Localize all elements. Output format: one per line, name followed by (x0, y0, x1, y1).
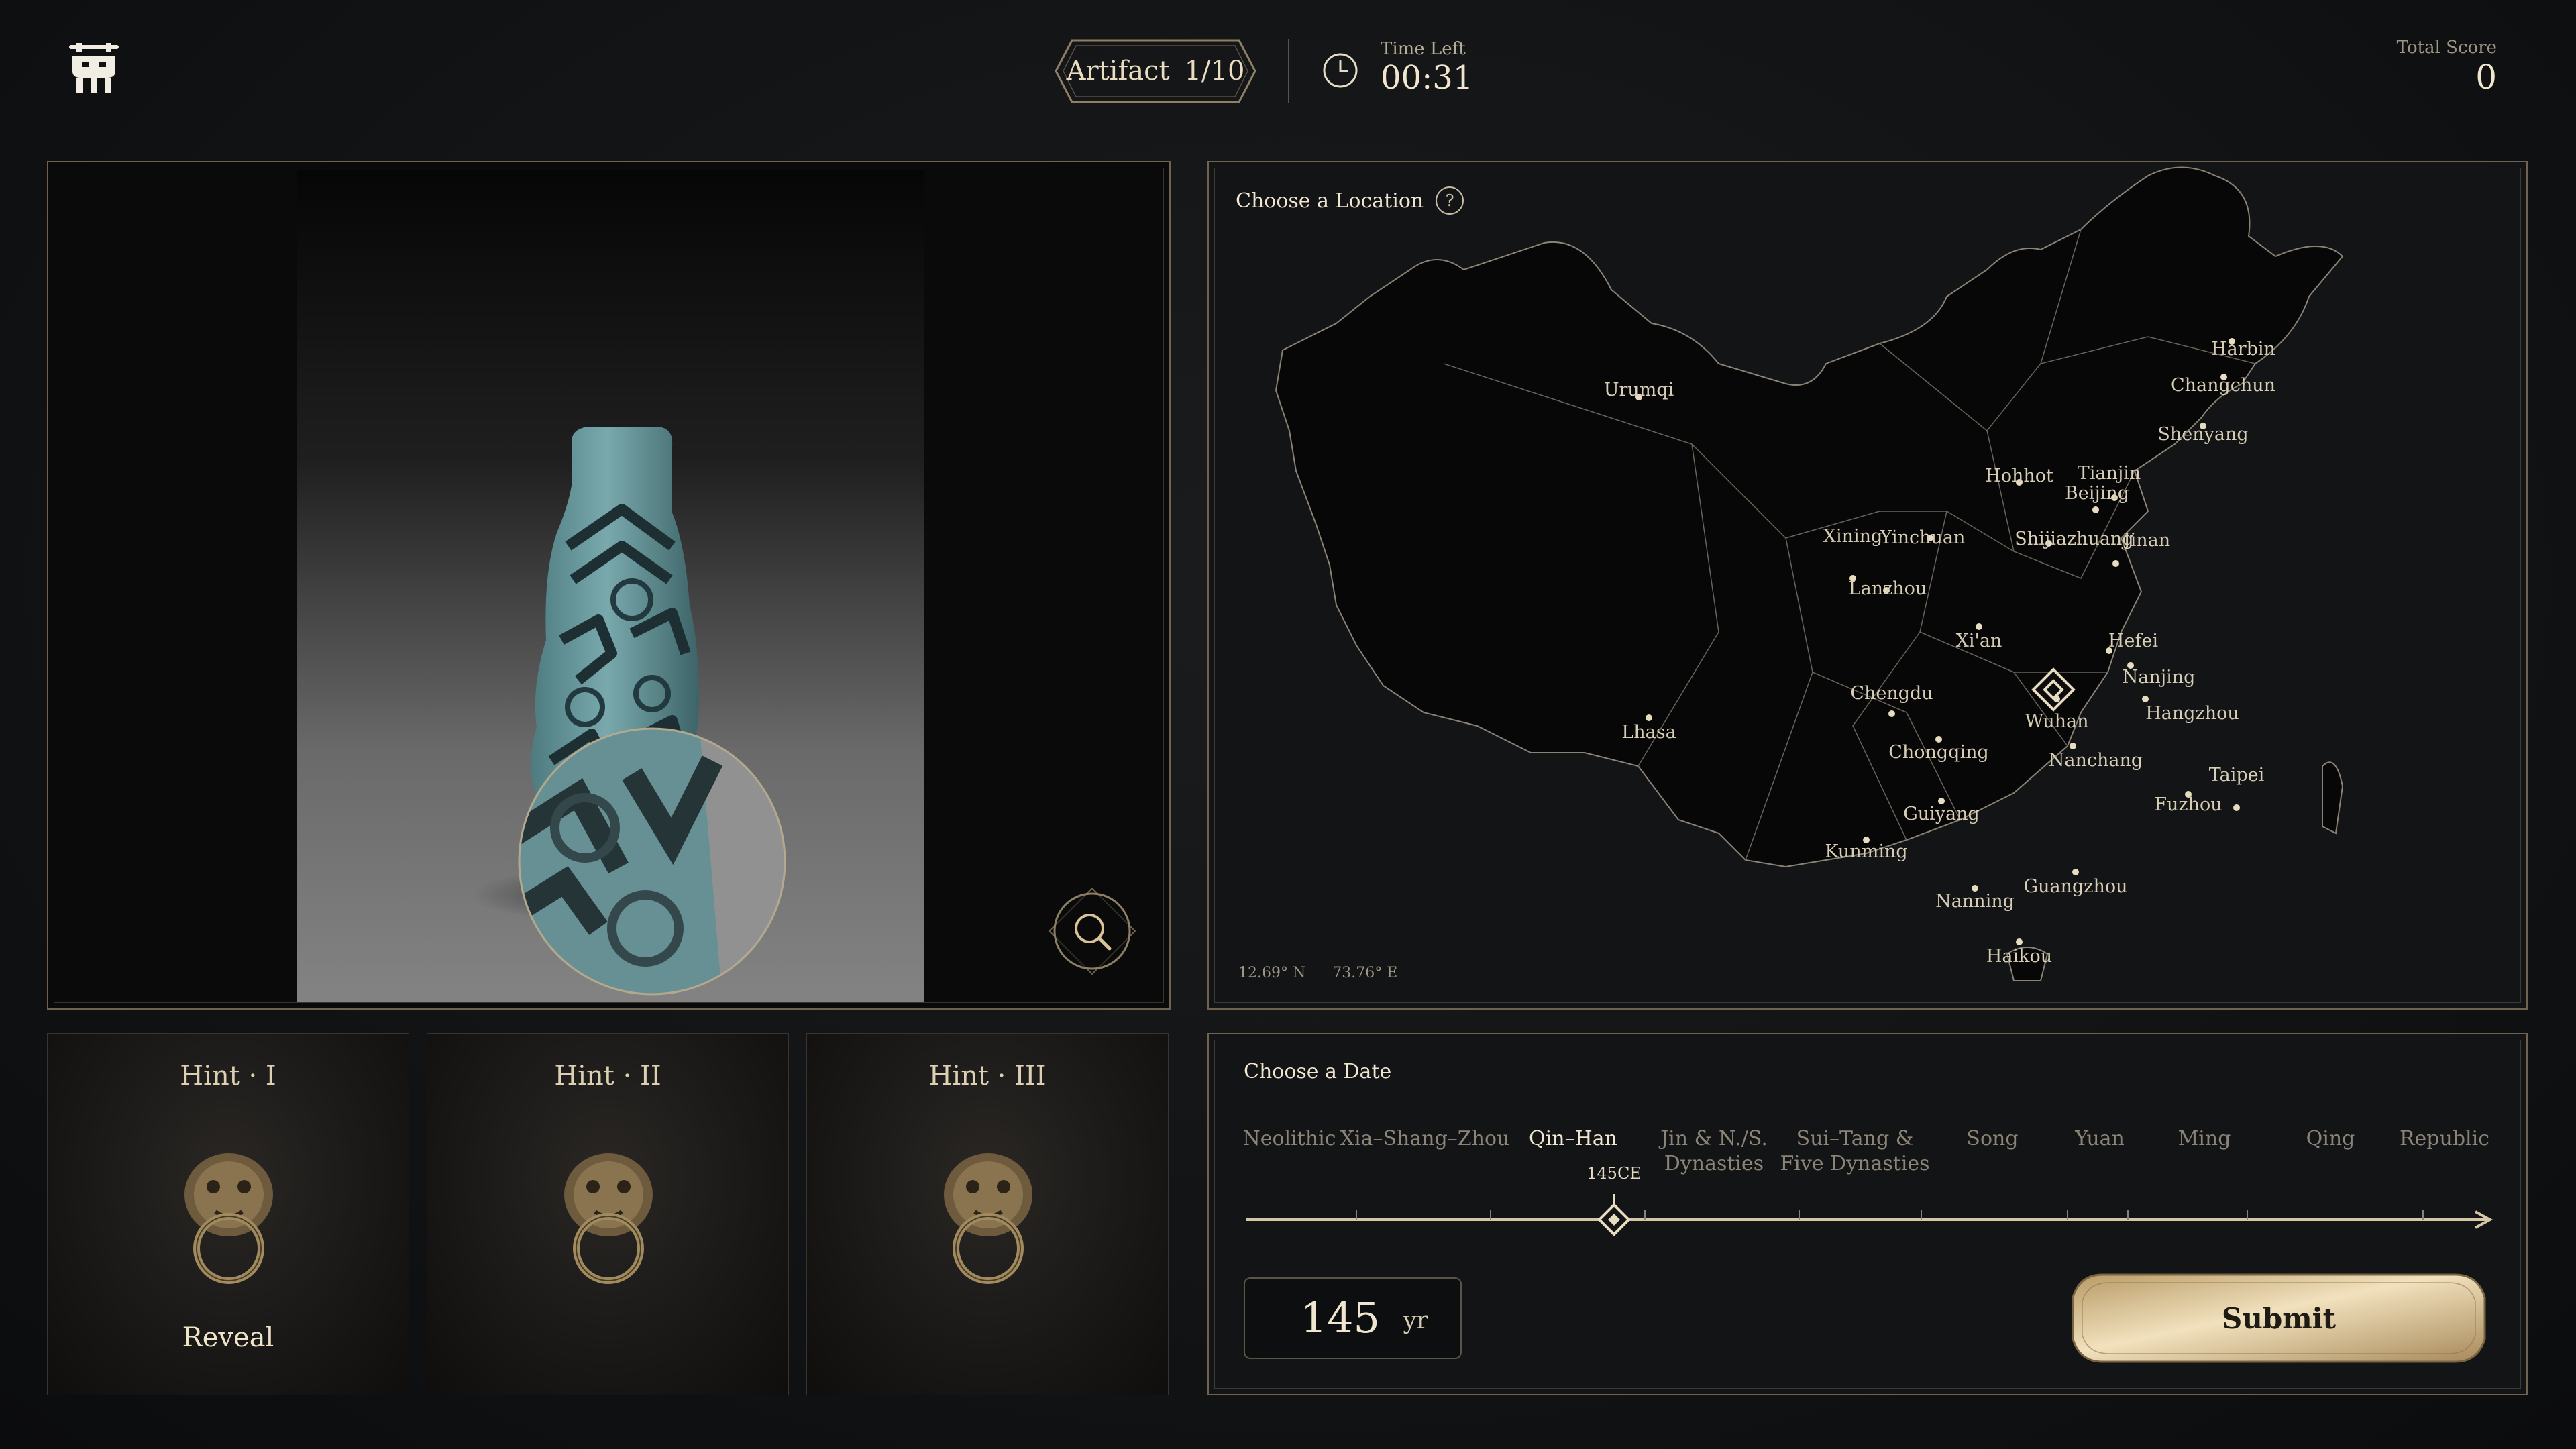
city-label: Wuhan (2025, 711, 2089, 732)
city-label: Shenyang (2157, 424, 2248, 445)
city-marker[interactable] (2053, 696, 2060, 702)
city-label: Chengdu (1850, 683, 1933, 704)
bronze-ding-icon (67, 42, 121, 95)
year-unit: yr (1403, 1307, 1428, 1334)
city-marker[interactable] (2070, 743, 2076, 749)
city-label: Xi'an (1956, 631, 2002, 651)
coordinates-readout: 12.69° N 73.76° E (1238, 965, 1397, 981)
header-divider (1288, 39, 1289, 103)
city-label: Lhasa (1621, 722, 1676, 743)
zoom-button[interactable] (1048, 887, 1136, 975)
hint-title: Hint · I (180, 1061, 276, 1091)
city-label: Hangzhou (2145, 703, 2239, 724)
slider-handle (1597, 1203, 1631, 1236)
city-label: Nanchang (2049, 750, 2143, 771)
city-label: Beijing (2065, 483, 2129, 504)
year-value[interactable]: 145 (1301, 1293, 1380, 1342)
city-label: Nanjing (2123, 667, 2196, 688)
artifact-label: Artifact (1066, 56, 1170, 87)
city-marker[interactable] (2072, 869, 2079, 875)
hint-card-1[interactable]: Hint · I Reveal (47, 1033, 409, 1395)
city-label: Jinan (2121, 530, 2170, 551)
city-marker[interactable] (2142, 696, 2149, 702)
city-label: Hohhot (1985, 466, 2053, 486)
city-label: Guangzhou (2024, 876, 2128, 897)
door-knocker-icon (184, 1153, 273, 1284)
latitude-readout: 12.69° N (1238, 965, 1306, 981)
city-label: Urumqi (1604, 380, 1674, 400)
city-marker[interactable] (1976, 623, 1982, 630)
location-map-panel[interactable]: Harbin Changchun Shenyang Urumqi Hohhot Tianj… (1208, 161, 2528, 1010)
total-score-value: 0 (2475, 58, 2497, 97)
hint-card-2[interactable]: Hint · II (427, 1033, 789, 1395)
reveal-hint-button[interactable]: Reveal (48, 1322, 409, 1353)
city-label: Lanzhou (1849, 578, 1927, 599)
time-left-value: 00:31 (1381, 59, 1474, 97)
submit-button[interactable]: Submit (2069, 1271, 2489, 1366)
hint-card-3[interactable]: Hint · III (806, 1033, 1169, 1395)
city-label: Nanning (1935, 891, 2015, 912)
city-label: Fuzhou (2154, 794, 2222, 815)
city-marker[interactable] (1646, 714, 1652, 721)
door-knocker-icon (564, 1153, 653, 1284)
city-label: Harbin (2211, 339, 2275, 360)
city-marker[interactable] (1888, 710, 1895, 717)
map-title: Choose a Location (1236, 189, 1424, 213)
date-panel: Choose a Date Neolithic Xia–Shang–Zhou Qin… (1208, 1033, 2528, 1395)
city-marker[interactable] (2112, 560, 2119, 567)
city-label: Hefei (2108, 631, 2158, 651)
artifact-progress: 1/10 (1184, 56, 1245, 87)
city-label: Changchun (2171, 375, 2275, 396)
city-label: Yinchuan (1880, 527, 1966, 548)
hint-title: Hint · III (928, 1061, 1046, 1091)
city-label: Chongqing (1888, 742, 1989, 763)
artifact-viewer-panel (47, 161, 1171, 1010)
door-knocker-icon (944, 1153, 1032, 1284)
city-label: Kunming (1825, 841, 1907, 862)
longitude-readout: 73.76° E (1332, 965, 1398, 981)
city-marker[interactable] (2233, 804, 2240, 811)
year-input[interactable]: 145 yr (1244, 1277, 1462, 1359)
slider-marker-label: 145CE (1587, 1164, 1642, 1183)
hint-title: Hint · II (554, 1061, 661, 1091)
city-label: Tianjin (2078, 463, 2141, 484)
city-label: Taipei (2209, 765, 2265, 786)
clock-icon (1322, 52, 1359, 89)
city-marker[interactable] (2016, 938, 2023, 945)
artifact-counter-badge: Artifact 1/10 (1053, 38, 1258, 105)
submit-label: Submit (2221, 1301, 2337, 1335)
city-label: Haikou (1986, 946, 2052, 967)
total-score-label: Total Score (2396, 38, 2497, 58)
map-header: Choose a Location ? (1236, 186, 1464, 215)
time-left-label: Time Left (1381, 39, 1466, 59)
city-label: Shijiazhuang (2015, 529, 2133, 549)
city-label: Guiyang (1903, 804, 1980, 824)
artifact-photo (297, 170, 924, 1002)
city-marker[interactable] (2092, 506, 2099, 513)
china-map[interactable]: Harbin Changchun Shenyang Urumqi Hohhot Tianj… (1209, 162, 2526, 1008)
help-icon[interactable]: ? (1436, 186, 1464, 215)
city-label: Xining (1823, 526, 1883, 547)
